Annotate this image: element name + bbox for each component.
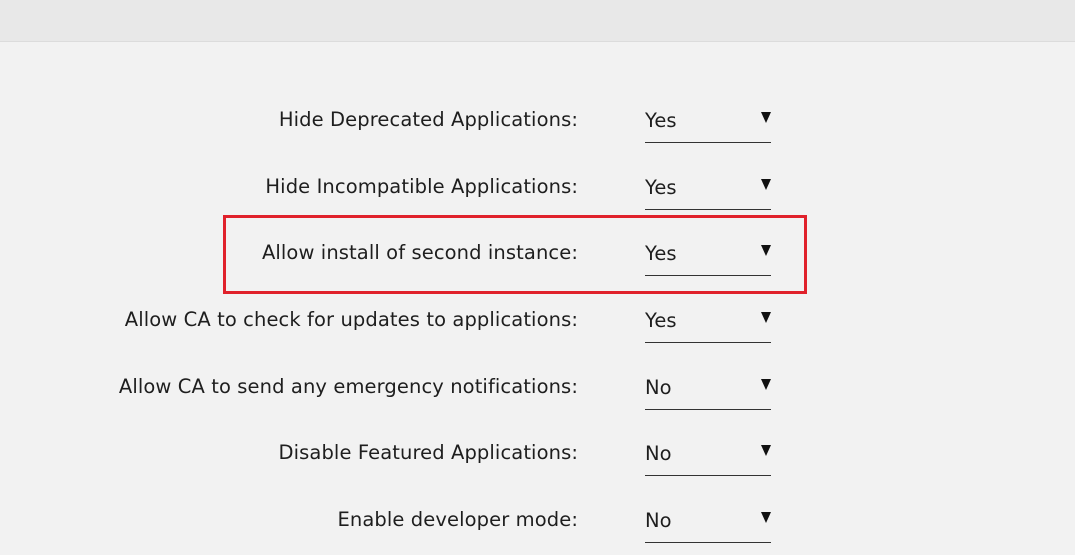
setting-row-hide-deprecated: Hide Deprecated Applications: Yes bbox=[0, 102, 1075, 143]
caret-down-icon bbox=[761, 245, 771, 256]
hide-incompatible-dropdown[interactable]: Yes bbox=[645, 169, 771, 210]
caret-down-icon bbox=[761, 312, 771, 323]
setting-label: Allow CA to check for updates to applica… bbox=[124, 308, 578, 331]
hide-deprecated-dropdown[interactable]: Yes bbox=[645, 102, 771, 143]
setting-row-hide-incompatible: Hide Incompatible Applications: Yes bbox=[0, 169, 1075, 210]
setting-label: Allow install of second instance: bbox=[261, 241, 578, 264]
caret-down-icon bbox=[761, 379, 771, 390]
caret-down-icon bbox=[761, 512, 771, 523]
caret-down-icon bbox=[761, 112, 771, 123]
dropdown-value: Yes bbox=[645, 109, 677, 132]
settings-form: Hide Deprecated Applications: Yes Hide I… bbox=[0, 0, 1075, 555]
setting-row-emergency-notifications: Allow CA to send any emergency notificat… bbox=[0, 369, 1075, 410]
setting-row-check-updates: Allow CA to check for updates to applica… bbox=[0, 302, 1075, 343]
featured-applications-dropdown[interactable]: No bbox=[645, 435, 771, 476]
dropdown-value: Yes bbox=[645, 242, 677, 265]
setting-label: Hide Deprecated Applications: bbox=[278, 108, 578, 131]
check-updates-dropdown[interactable]: Yes bbox=[645, 302, 771, 343]
dropdown-value: Yes bbox=[645, 309, 677, 332]
setting-label: Enable developer mode: bbox=[337, 508, 578, 531]
setting-row-developer-mode: Enable developer mode: No bbox=[0, 502, 1075, 543]
caret-down-icon bbox=[761, 445, 771, 456]
developer-mode-dropdown[interactable]: No bbox=[645, 502, 771, 543]
setting-row-second-instance: Allow install of second instance: Yes bbox=[0, 235, 1075, 276]
emergency-notifications-dropdown[interactable]: No bbox=[645, 369, 771, 410]
dropdown-value: No bbox=[645, 509, 672, 532]
setting-label: Hide Incompatible Applications: bbox=[265, 175, 578, 198]
setting-label: Disable Featured Applications: bbox=[278, 441, 578, 464]
dropdown-value: No bbox=[645, 442, 672, 465]
caret-down-icon bbox=[761, 179, 771, 190]
second-instance-dropdown[interactable]: Yes bbox=[645, 235, 771, 276]
setting-label: Allow CA to send any emergency notificat… bbox=[118, 375, 578, 398]
dropdown-value: Yes bbox=[645, 176, 677, 199]
dropdown-value: No bbox=[645, 376, 672, 399]
setting-row-featured-applications: Disable Featured Applications: No bbox=[0, 435, 1075, 476]
